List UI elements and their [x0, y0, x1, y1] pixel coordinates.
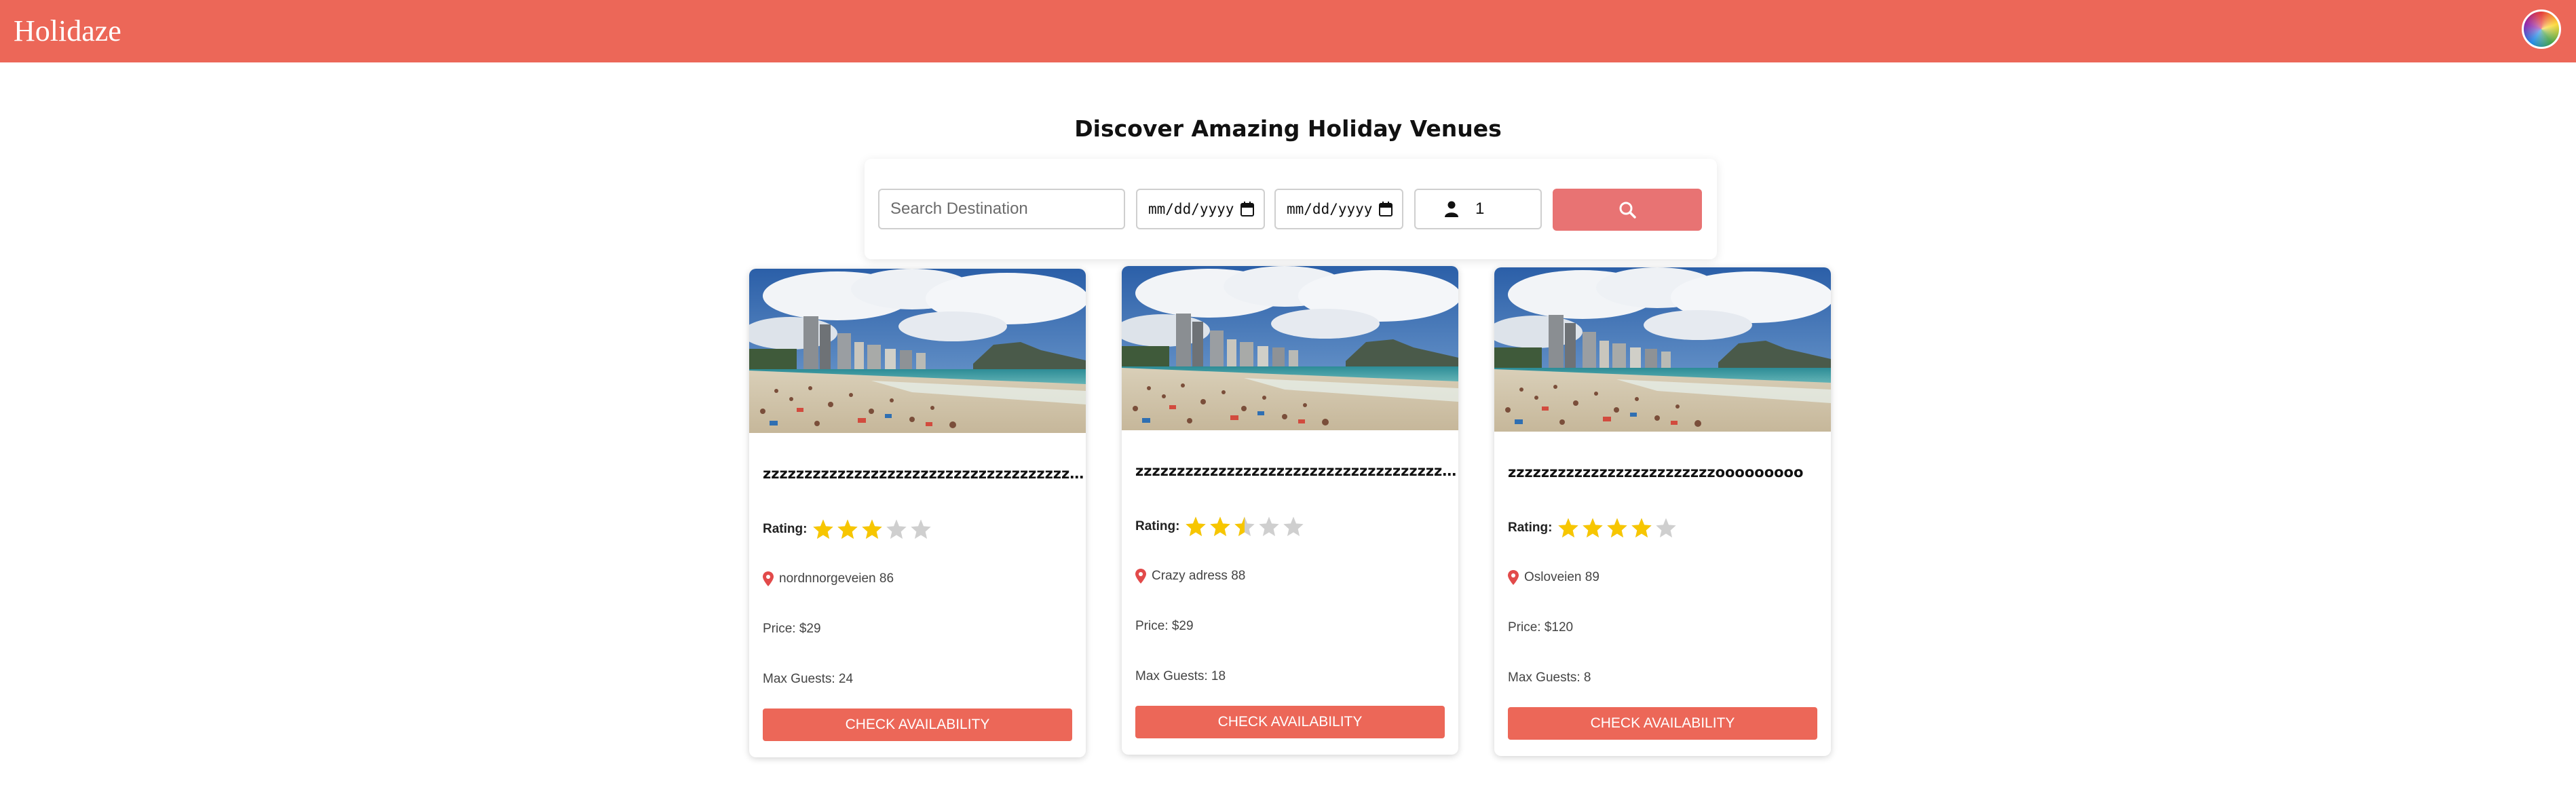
venue-max-guests: Max Guests: 18	[1135, 669, 1226, 683]
top-navbar: Holidaze	[0, 0, 2576, 62]
rating-stars	[1557, 517, 1680, 539]
calendar-icon[interactable]	[1240, 202, 1254, 216]
venue-price: Price: $29	[763, 622, 821, 636]
location-pin-icon	[1135, 569, 1146, 584]
check-availability-button[interactable]: CHECK AVAILABILITY	[1135, 706, 1445, 738]
check-availability-button[interactable]: CHECK AVAILABILITY	[1508, 707, 1817, 740]
star-filled-icon	[1210, 516, 1231, 536]
star-filled-icon	[1186, 516, 1207, 536]
checkin-date-input[interactable]: mm/dd/yyyy	[1136, 189, 1265, 229]
venue-address: nordnnorgeveien 86	[779, 571, 894, 586]
venue-title: zzzzzzzzzzzzzzzzzzzzzzzzzzzzzzzzzzzzzzzz…	[1135, 463, 1458, 479]
rating-label: Rating:	[763, 522, 808, 536]
venue-rating: Rating:	[763, 518, 934, 540]
venue-address: Crazy adress 88	[1152, 569, 1246, 583]
star-filled-icon	[1583, 518, 1604, 537]
venue-title: zzzzzzzzzzzzzzzzzzzzzzzzzzzzzzzzzzzzzzzz…	[763, 466, 1086, 482]
venue-card[interactable]: zzzzzzzzzzzzzzzzzzzzzzzzzzzzzzzzzzzzzzzz…	[749, 269, 1086, 757]
search-button[interactable]	[1553, 189, 1702, 231]
venue-image[interactable]	[1494, 267, 1831, 432]
checkin-date-placeholder: mm/dd/yyyy	[1148, 201, 1234, 217]
star-filled-icon	[1558, 518, 1579, 537]
rating-stars	[1185, 516, 1307, 537]
star-filled-icon	[813, 519, 834, 539]
venue-card[interactable]: zzzzzzzzzzzzzzzzzzzzzzzzzzzzzzzzzzzzzzzz…	[1122, 266, 1458, 755]
venue-location: Crazy adress 88	[1135, 569, 1245, 584]
venue-location: Osloveien 89	[1508, 570, 1599, 585]
star-half-icon	[1234, 516, 1255, 536]
star-filled-icon	[1631, 518, 1652, 537]
venue-price: Price: $120	[1508, 620, 1574, 635]
guests-input[interactable]: 1	[1414, 189, 1542, 229]
star-empty-icon	[886, 519, 907, 539]
star-empty-icon	[911, 519, 932, 539]
venue-location: nordnnorgeveien 86	[763, 571, 894, 586]
venue-title: zzzzzzzzzzzzzzzzzzzzzzzzzooooooooo	[1508, 464, 1804, 480]
person-icon	[1445, 201, 1458, 217]
rating-label: Rating:	[1135, 519, 1180, 533]
venue-max-guests: Max Guests: 8	[1508, 670, 1591, 685]
venue-price: Price: $29	[1135, 619, 1194, 633]
location-pin-icon	[763, 571, 774, 586]
calendar-icon[interactable]	[1379, 202, 1393, 216]
checkout-date-input[interactable]: mm/dd/yyyy	[1274, 189, 1403, 229]
venue-image[interactable]	[749, 269, 1086, 433]
search-panel: mm/dd/yyyy mm/dd/yyyy 1	[865, 159, 1717, 259]
star-filled-icon	[862, 519, 883, 539]
venue-image[interactable]	[1122, 266, 1458, 430]
venue-address: Osloveien 89	[1524, 570, 1599, 584]
check-availability-button[interactable]: CHECK AVAILABILITY	[763, 708, 1072, 741]
location-pin-icon	[1508, 570, 1519, 585]
color-wheel-avatar-icon[interactable]	[2522, 10, 2561, 49]
star-empty-icon	[1259, 516, 1280, 536]
star-empty-icon	[1283, 516, 1304, 536]
page-title: Discover Amazing Holiday Venues	[1074, 115, 1502, 142]
guests-count: 1	[1475, 200, 1485, 218]
star-filled-icon	[837, 519, 858, 539]
venue-rating: Rating:	[1508, 517, 1680, 539]
search-icon	[1619, 202, 1636, 219]
rating-stars	[812, 518, 934, 540]
checkout-date-placeholder: mm/dd/yyyy	[1287, 201, 1373, 217]
star-filled-icon	[1607, 518, 1628, 537]
rating-label: Rating:	[1508, 521, 1553, 535]
venue-max-guests: Max Guests: 24	[763, 672, 854, 686]
venue-rating: Rating:	[1135, 516, 1307, 537]
search-destination-input[interactable]	[878, 189, 1125, 229]
star-empty-icon	[1656, 518, 1677, 537]
venue-card[interactable]: zzzzzzzzzzzzzzzzzzzzzzzzzooooooooo Ratin…	[1494, 267, 1831, 756]
brand-logo[interactable]: Holidaze	[14, 12, 121, 50]
